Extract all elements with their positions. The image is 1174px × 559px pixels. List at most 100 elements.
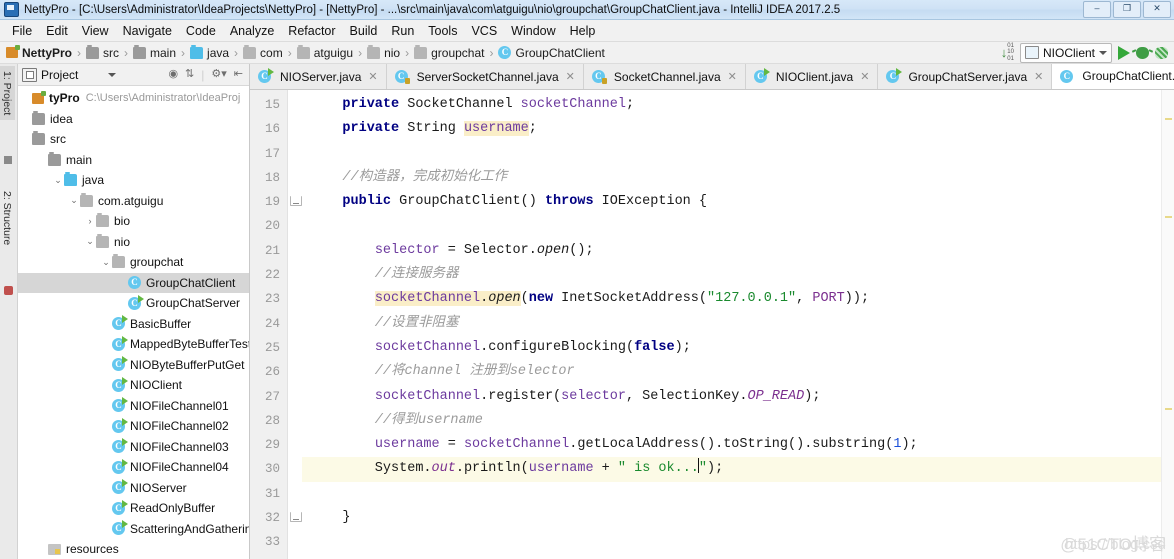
tree-node-com-atguigu[interactable]: ⌄ com.atguigu — [18, 191, 249, 212]
chevron-right-icon[interactable]: › — [84, 216, 96, 226]
code-content[interactable]: private SocketChannel socketChannel; pri… — [302, 90, 1161, 559]
code-line[interactable]: //构造器，完成初始化工作 — [302, 166, 1161, 190]
sidebar-item-project[interactable]: 1: Project — [0, 66, 15, 121]
debug-button[interactable] — [1136, 46, 1149, 59]
tree-node-resources[interactable]: resources — [18, 539, 249, 559]
code-line[interactable]: //将channel 注册到selector — [302, 360, 1161, 384]
code-line[interactable]: socketChannel.open(new InetSocketAddress… — [302, 287, 1161, 311]
breadcrumb-item-java[interactable]: java — [190, 44, 229, 60]
code-line[interactable] — [302, 214, 1161, 238]
menu-item-refactor[interactable]: Refactor — [281, 22, 342, 40]
menu-item-tools[interactable]: Tools — [421, 22, 464, 40]
chevron-down-icon[interactable]: ⌄ — [100, 257, 112, 268]
code-line[interactable] — [302, 530, 1161, 554]
menu-item-vcs[interactable]: VCS — [464, 22, 504, 40]
chevron-down-icon[interactable]: ⌄ — [52, 175, 64, 186]
tree-node-nioclient[interactable]: C NIOClient — [18, 375, 249, 396]
close-button[interactable]: ✕ — [1143, 1, 1171, 18]
code-line[interactable]: private String username; — [302, 117, 1161, 141]
tree-node-java[interactable]: ⌄ java — [18, 170, 249, 191]
close-icon[interactable]: ✕ — [860, 70, 869, 83]
editor-viewport[interactable]: 15 16 17 18 19 20 21 22 23 24 25 26 27 28 29 30 31 32 33 34… — [250, 90, 1174, 559]
breadcrumb-item-nettypro[interactable]: NettyPro — [6, 45, 72, 60]
tree-node-typro[interactable]: tyPro C:\Users\Administrator\IdeaProj — [18, 88, 249, 109]
tree-node-groupchatclient[interactable]: C GroupChatClient — [18, 272, 249, 293]
close-icon[interactable]: ✕ — [728, 70, 737, 83]
tree-node-groupchatserver[interactable]: C GroupChatServer — [18, 293, 249, 314]
code-line[interactable]: public GroupChatClient() throws IOExcept… — [302, 190, 1161, 214]
menu-item-navigate[interactable]: Navigate — [116, 22, 179, 40]
breadcrumb-item-src[interactable]: src — [86, 44, 119, 60]
code-fold-icon[interactable] — [290, 196, 302, 207]
code-line[interactable]: selector = Selector.open(); — [302, 239, 1161, 263]
run-configuration-selector[interactable]: NIOClient — [1019, 42, 1112, 63]
tree-node-main[interactable]: main — [18, 150, 249, 171]
tree-node-mappedbytebuffertest[interactable]: C MappedByteBufferTest — [18, 334, 249, 355]
code-line[interactable]: System.out.println(username + " is ok...… — [302, 457, 1161, 482]
code-line[interactable] — [302, 555, 1161, 559]
breadcrumb-item-groupchatclient[interactable]: C GroupChatClient — [498, 46, 605, 60]
menu-item-file[interactable]: File — [5, 22, 39, 40]
gear-icon[interactable]: ⚙▾ — [211, 69, 226, 80]
editor-tab-serversocketchannel-java[interactable]: C ServerSocketChannel.java ✕ — [386, 64, 584, 89]
collapse-all-icon[interactable]: ◉ — [168, 69, 178, 80]
hide-icon[interactable]: ⇤ — [234, 69, 243, 80]
code-line[interactable]: socketChannel.register(selector, Selecti… — [302, 385, 1161, 409]
code-line[interactable]: //设置非阻塞 — [302, 312, 1161, 336]
menu-item-code[interactable]: Code — [179, 22, 223, 40]
code-line[interactable] — [302, 482, 1161, 506]
code-folding-gutter[interactable] — [288, 90, 302, 559]
close-icon[interactable]: ✕ — [566, 70, 575, 83]
tree-node-niofilechannel02[interactable]: C NIOFileChannel02 — [18, 416, 249, 437]
code-line[interactable] — [302, 142, 1161, 166]
code-line[interactable]: socketChannel.configureBlocking(false); — [302, 336, 1161, 360]
run-with-coverage-button[interactable] — [1155, 46, 1168, 59]
breadcrumb-item-main[interactable]: main — [133, 44, 176, 60]
code-line[interactable]: username = socketChannel.getLocalAddress… — [302, 433, 1161, 457]
run-button[interactable] — [1118, 45, 1130, 60]
tree-node-readonlybuffer[interactable]: C ReadOnlyBuffer — [18, 498, 249, 519]
tree-node-idea[interactable]: idea — [18, 109, 249, 130]
tree-node-niobytebufferputget[interactable]: C NIOByteBufferPutGet — [18, 355, 249, 376]
scroll-from-source-icon[interactable]: ⇅ — [185, 69, 194, 80]
breadcrumb-item-com[interactable]: com — [243, 44, 283, 60]
menu-item-help[interactable]: Help — [563, 22, 603, 40]
menu-item-build[interactable]: Build — [343, 22, 385, 40]
sort-icon[interactable]: ↓ 01 10 01 — [1001, 43, 1014, 62]
breadcrumb-item-groupchat[interactable]: groupchat — [414, 44, 484, 60]
breadcrumb-item-nio[interactable]: nio — [367, 44, 400, 60]
code-line[interactable]: //连接服务器 — [302, 263, 1161, 287]
tree-node-src[interactable]: src — [18, 129, 249, 150]
tree-node-nioserver[interactable]: C NIOServer — [18, 478, 249, 499]
editor-tab-groupchatclient-java[interactable]: C GroupChatClient.java — [1052, 64, 1174, 89]
editor-scrollbar[interactable] — [1161, 90, 1174, 559]
code-line[interactable]: } — [302, 506, 1161, 530]
tree-node-niofilechannel03[interactable]: C NIOFileChannel03 — [18, 437, 249, 458]
menu-item-run[interactable]: Run — [384, 22, 421, 40]
close-icon[interactable]: ✕ — [1034, 70, 1043, 83]
tree-node-bio[interactable]: › bio — [18, 211, 249, 232]
sidebar-item-structure[interactable]: 2: Structure — [0, 186, 15, 250]
code-line[interactable]: //得到username — [302, 409, 1161, 433]
tree-node-nio[interactable]: ⌄ nio — [18, 232, 249, 253]
editor-tab-nioserver-java[interactable]: C NIOServer.java ✕ — [250, 64, 387, 89]
chevron-down-icon[interactable] — [108, 72, 117, 77]
tree-node-scatteringandgathering[interactable]: C ScatteringAndGathering — [18, 519, 249, 540]
minimize-button[interactable]: – — [1083, 1, 1111, 18]
chevron-down-icon[interactable]: ⌄ — [84, 236, 96, 247]
tree-node-niofilechannel01[interactable]: C NIOFileChannel01 — [18, 396, 249, 417]
editor-tab-socketchannel-java[interactable]: C SocketChannel.java ✕ — [583, 64, 746, 89]
maximize-button[interactable]: ❐ — [1113, 1, 1141, 18]
project-tree-container[interactable]: tyPro C:\Users\Administrator\IdeaProj idea… — [18, 86, 249, 559]
menu-item-view[interactable]: View — [75, 22, 116, 40]
menu-item-analyze[interactable]: Analyze — [223, 22, 281, 40]
tree-node-niofilechannel04[interactable]: C NIOFileChannel04 — [18, 457, 249, 478]
editor-tab-nioclient-java[interactable]: C NIOClient.java ✕ — [745, 64, 879, 89]
favorites-icon[interactable] — [4, 156, 12, 164]
menu-item-window[interactable]: Window — [504, 22, 562, 40]
close-icon[interactable]: ✕ — [368, 70, 377, 83]
editor-tab-groupchatserver-java[interactable]: C GroupChatServer.java ✕ — [878, 64, 1053, 89]
tree-node-basicbuffer[interactable]: C BasicBuffer — [18, 314, 249, 335]
chevron-down-icon[interactable]: ⌄ — [68, 195, 80, 206]
code-line[interactable]: private SocketChannel socketChannel; — [302, 93, 1161, 117]
